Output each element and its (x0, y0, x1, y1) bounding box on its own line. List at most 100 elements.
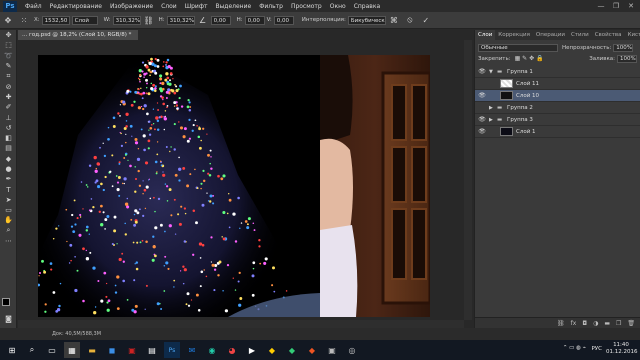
brush-tool-icon[interactable]: ✐ (1, 102, 16, 112)
new-group-icon[interactable]: ▬ (604, 320, 610, 327)
hand-tool-icon[interactable]: ✋ (1, 215, 16, 225)
layer-row-group-1[interactable]: 👁 ▼ ▬ Группа 1 (475, 66, 640, 78)
app-icon-green[interactable]: ◆ (284, 342, 300, 358)
v-skew-field[interactable]: 0,00 (273, 15, 294, 25)
layer-row-layer-1[interactable]: 👁 Слой 1 (475, 126, 640, 138)
store-icon[interactable]: ◼ (104, 342, 120, 358)
document-tab[interactable]: ... год.psd @ 18,2% (Слой 10, RGB/8) * (18, 30, 138, 40)
tab-adjustments[interactable]: Коррекция (495, 30, 533, 40)
dodge-tool-icon[interactable]: ● (1, 164, 16, 174)
quick-mask-icon[interactable]: ◙ (1, 314, 16, 324)
pen-tool-icon[interactable]: ✒ (1, 174, 16, 184)
tab-properties[interactable]: Свойства (592, 30, 625, 40)
visibility-eye-icon[interactable]: 👁 (475, 128, 489, 135)
eraser-tool-icon[interactable]: ◧ (1, 133, 16, 143)
link-layers-icon[interactable]: ⛓ (557, 320, 565, 327)
x-position-field[interactable]: 1532,50 (41, 15, 70, 25)
menu-window[interactable]: Окно (330, 3, 346, 10)
clock[interactable]: 11:40 01.12.2016 (606, 342, 638, 356)
foreground-color-swatch[interactable] (2, 298, 10, 306)
opacity-field[interactable]: 100% (613, 43, 634, 52)
close-button[interactable]: ✕ (624, 0, 638, 12)
lasso-tool-icon[interactable]: ➰ (1, 51, 16, 61)
chevron-right-icon[interactable]: ▶ (489, 117, 497, 123)
eyedropper-tool-icon[interactable]: ⊘ (1, 81, 16, 91)
visibility-eye-icon[interactable]: 👁 (475, 92, 489, 99)
width-field[interactable]: 310,32% (112, 15, 141, 25)
layer-row-layer-10[interactable]: 👁 Слой 10 (475, 90, 640, 102)
zoom-tool-icon[interactable]: ⌕ (1, 226, 16, 236)
chevron-right-icon[interactable]: ▶ (489, 105, 497, 111)
layer-row-layer-11[interactable]: Слой 11 (475, 78, 640, 90)
media-player-icon[interactable]: ▶ (244, 342, 260, 358)
visibility-eye-icon[interactable]: 👁 (475, 68, 489, 75)
app-icon[interactable]: ◉ (204, 342, 220, 358)
crop-tool-icon[interactable]: ⌗ (1, 71, 16, 81)
start-button-icon[interactable]: ⊞ (4, 342, 20, 358)
menu-file[interactable]: Файл (25, 3, 42, 10)
task-view-icon[interactable]: ▭ (44, 342, 60, 358)
height-field[interactable]: 310,32% (166, 15, 195, 25)
app-icon-gray[interactable]: ▣ (324, 342, 340, 358)
trash-icon[interactable]: 🗑 (627, 320, 635, 327)
folder-app-icon[interactable]: ▬ (84, 342, 100, 358)
new-layer-icon[interactable]: ❐ (616, 320, 621, 327)
layer-row-group-3[interactable]: 👁 ▶ ▬ Группа 3 (475, 114, 640, 126)
chevron-down-icon[interactable]: ▼ (489, 69, 497, 75)
type-tool-icon[interactable]: T (1, 184, 16, 194)
stamp-tool-icon[interactable]: ⊥ (1, 112, 16, 122)
image-canvas[interactable] (38, 55, 430, 317)
menu-layers[interactable]: Слои (161, 3, 177, 10)
media-app-icon[interactable]: ▣ (124, 342, 140, 358)
marquee-tool-icon[interactable]: ⬚ (1, 40, 16, 50)
minimize-button[interactable]: — (594, 0, 608, 12)
move-tool-icon[interactable]: ✥ (1, 30, 16, 40)
warp-icon[interactable]: ⌘ (389, 15, 399, 25)
menu-image[interactable]: Изображение (110, 3, 153, 10)
cancel-transform-icon[interactable]: ⦸ (405, 15, 415, 25)
tab-actions[interactable]: Операции (533, 30, 568, 40)
horizontal-scrollbar[interactable] (18, 320, 464, 328)
link-icon[interactable]: ⛓ (144, 15, 154, 25)
menu-select[interactable]: Выделение (215, 3, 251, 10)
commit-transform-icon[interactable]: ✓ (421, 15, 431, 25)
layer-row-group-2[interactable]: ▶ ▬ Группа 2 (475, 102, 640, 114)
fill-field[interactable]: 100% (617, 54, 637, 63)
calculator-icon[interactable]: ▤ (144, 342, 160, 358)
blur-tool-icon[interactable]: ◆ (1, 154, 16, 164)
tab-brush[interactable]: Кисть (625, 30, 640, 40)
shape-tool-icon[interactable]: ▭ (1, 205, 16, 215)
tab-styles[interactable]: Стили (568, 30, 592, 40)
app-icon-yellow[interactable]: ◆ (264, 342, 280, 358)
x-unit-field[interactable]: Слой (71, 15, 98, 25)
interpolation-select[interactable]: Бикубическ... (347, 15, 386, 25)
tray-icons[interactable]: ⌃ ▭ ◍ ⌁ (563, 345, 586, 352)
lock-icons[interactable]: ▦ ✎ ✥ 🔒 (515, 55, 544, 62)
menu-type[interactable]: Шрифт (185, 3, 208, 10)
adjustment-icon[interactable]: ◑ (593, 320, 598, 327)
path-select-tool-icon[interactable]: ➤ (1, 195, 16, 205)
menu-view[interactable]: Просмотр (291, 3, 322, 10)
blend-mode-select[interactable]: Обычные (478, 43, 558, 52)
photoshop-taskbar-icon[interactable]: Ps (164, 342, 180, 358)
vertical-scrollbar[interactable] (464, 40, 472, 320)
gradient-tool-icon[interactable]: ▤ (1, 143, 16, 153)
chrome-icon[interactable]: ◕ (224, 342, 240, 358)
quick-select-tool-icon[interactable]: ✎ (1, 61, 16, 71)
menu-help[interactable]: Справка (354, 3, 380, 10)
tab-layers[interactable]: Слои (475, 30, 496, 40)
explorer-icon[interactable]: ▦ (64, 342, 80, 358)
visibility-eye-icon[interactable]: 👁 (475, 116, 489, 123)
search-icon[interactable]: ⌕ (24, 342, 40, 358)
healing-tool-icon[interactable]: ✚ (1, 92, 16, 102)
fx-icon[interactable]: fx (571, 320, 577, 327)
menu-edit[interactable]: Редактирование (50, 3, 102, 10)
app-icon-orange[interactable]: ◆ (304, 342, 320, 358)
system-tray[interactable]: ⌃ ▭ ◍ ⌁ РУС 11:40 01.12.2016 (563, 342, 638, 356)
maximize-button[interactable]: ❐ (609, 0, 623, 12)
menu-filter[interactable]: Фильтр (259, 3, 283, 10)
h-skew-field[interactable]: 0,00 (244, 15, 265, 25)
mail-icon[interactable]: ✉ (184, 342, 200, 358)
language-indicator[interactable]: РУС (591, 346, 602, 353)
move-tool-icon[interactable]: ✥ (3, 15, 13, 25)
